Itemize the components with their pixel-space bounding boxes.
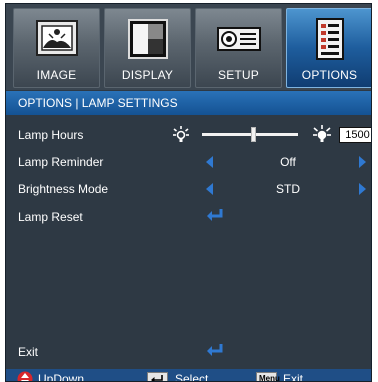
image-icon	[35, 20, 78, 56]
left-arrow-icon[interactable]	[206, 183, 213, 195]
tab-setup[interactable]: SETUP	[195, 8, 282, 88]
row-lamp-reset[interactable]: Lamp Reset	[6, 204, 371, 228]
row-brightness-mode[interactable]: Brightness Mode STD	[6, 176, 371, 200]
osd-menu: IMAGE DISPLAY SETUP OPTIONS OPTIONS | LA…	[5, 3, 372, 382]
brightness-high-icon	[313, 125, 331, 142]
brightness-mode-value: STD	[276, 182, 300, 196]
left-arrow-icon[interactable]	[206, 156, 213, 168]
updown-hint: UpDown	[38, 372, 85, 382]
menu-key-icon: Menu	[256, 372, 280, 382]
right-arrow-icon[interactable]	[359, 183, 366, 195]
brightness-mode-label: Brightness Mode	[18, 182, 109, 196]
tab-bar: IMAGE DISPLAY SETUP OPTIONS	[6, 4, 371, 90]
updown-icon	[17, 371, 33, 381]
row-lamp-hours[interactable]: Lamp Hours 1500	[6, 122, 371, 146]
options-icon	[315, 18, 344, 60]
tab-label: IMAGE	[36, 68, 77, 82]
right-arrow-icon[interactable]	[359, 156, 366, 168]
page-title: OPTIONS | LAMP SETTINGS	[18, 96, 178, 110]
tab-label: OPTIONS	[301, 68, 358, 82]
lamp-reminder-label: Lamp Reminder	[18, 155, 104, 169]
projector-icon	[216, 27, 261, 51]
enter-icon[interactable]	[206, 208, 224, 222]
tab-image[interactable]: IMAGE	[13, 8, 100, 88]
menu-header: OPTIONS | LAMP SETTINGS	[6, 91, 371, 115]
lamp-hours-slider-handle[interactable]	[250, 127, 256, 142]
lamp-hours-label: Lamp Hours	[18, 128, 84, 142]
lamp-reset-label: Lamp Reset	[18, 210, 83, 224]
row-exit[interactable]: Exit	[6, 339, 371, 363]
tab-label: DISPLAY	[121, 68, 174, 82]
tab-options[interactable]: OPTIONS	[286, 8, 371, 88]
row-lamp-reminder[interactable]: Lamp Reminder Off	[6, 149, 371, 173]
enter-key-icon	[147, 372, 168, 381]
lamp-reminder-value: Off	[280, 155, 296, 169]
exit-hint: Exit	[283, 372, 304, 382]
lamp-hours-value: 1500	[339, 127, 371, 143]
display-icon	[127, 19, 168, 59]
help-bar: UpDown Select Menu Exit	[6, 369, 371, 382]
tab-display[interactable]: DISPLAY	[104, 8, 191, 88]
enter-icon[interactable]	[206, 343, 224, 357]
tab-label: SETUP	[217, 68, 259, 82]
brightness-low-icon	[173, 126, 189, 142]
menu-key-label: Menu	[259, 374, 280, 382]
select-hint: Select	[175, 372, 209, 382]
exit-label: Exit	[18, 345, 39, 359]
